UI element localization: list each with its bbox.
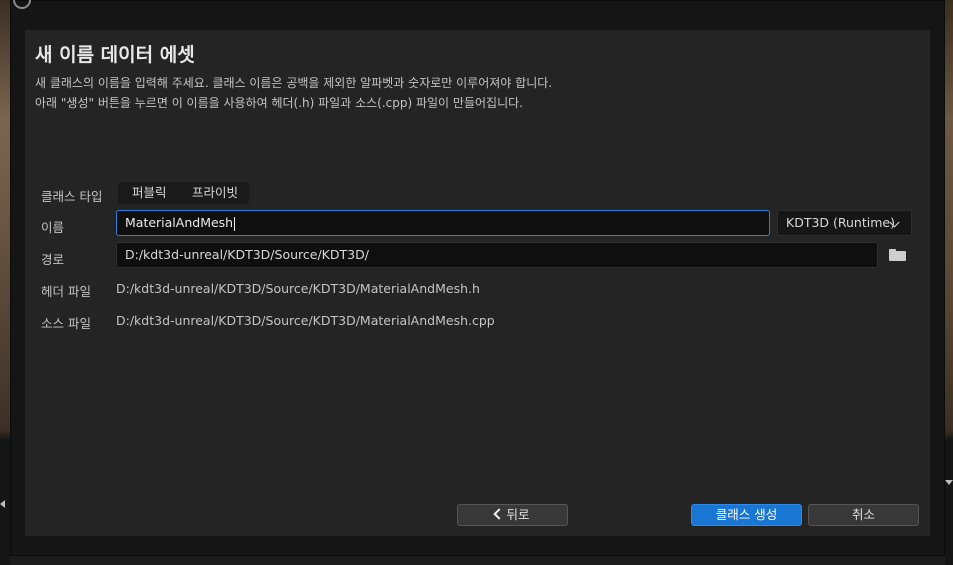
path-input[interactable]: D:/kdt3d-unreal/KDT3D/Source/KDT3D/	[116, 242, 878, 268]
class-type-private-option[interactable]: 프라이빗	[192, 182, 238, 204]
class-type-toggle-group: 퍼블릭 프라이빗	[118, 182, 249, 204]
source-file-path: D:/kdt3d-unreal/KDT3D/Source/KDT3D/Mater…	[116, 313, 495, 328]
header-file-label: 헤더 파일	[41, 284, 91, 299]
cancel-button[interactable]: 취소	[808, 504, 919, 526]
new-class-dialog: 새 이름 데이터 에셋 새 클래스의 이름을 입력해 주세요. 클래스 이름은 …	[10, 0, 945, 556]
chevron-left-icon	[493, 508, 506, 520]
browse-folder-button[interactable]	[889, 249, 906, 262]
edge-dropdown-icon	[945, 480, 953, 485]
back-button-label: 뒤로	[506, 507, 530, 522]
dialog-description-line2: 아래 "생성" 버튼을 누르면 이 이름을 사용하여 헤더(.h) 파일과 소스…	[35, 96, 523, 110]
dialog-content-panel: 새 이름 데이터 에셋 새 클래스의 이름을 입력해 주세요. 클래스 이름은 …	[25, 30, 930, 536]
app-logo-icon	[13, 0, 31, 9]
create-class-button[interactable]: 클래스 생성	[691, 504, 802, 526]
name-label: 이름	[41, 220, 65, 235]
cancel-button-label: 취소	[851, 507, 875, 522]
editor-background-left	[0, 0, 10, 565]
source-file-label: 소스 파일	[41, 316, 91, 331]
class-type-label: 클래스 타입	[41, 189, 103, 204]
class-name-input[interactable]: MaterialAndMesh	[116, 210, 770, 236]
dialog-heading: 새 이름 데이터 에셋	[35, 44, 195, 66]
dialog-description-line1: 새 클래스의 이름을 입력해 주세요. 클래스 이름은 공백을 제외한 알파벳과…	[35, 76, 553, 90]
back-button[interactable]: 뒤로	[457, 504, 568, 526]
path-value: D:/kdt3d-unreal/KDT3D/Source/KDT3D/	[125, 247, 369, 262]
path-label: 경로	[41, 252, 65, 267]
create-class-button-label: 클래스 생성	[715, 507, 778, 522]
class-type-public-option[interactable]: 퍼블릭	[132, 182, 167, 204]
module-dropdown-value: KDT3D (Runtime)	[786, 215, 895, 230]
text-caret	[234, 216, 236, 231]
edge-arrow-icon	[0, 500, 5, 508]
module-dropdown[interactable]: KDT3D (Runtime)	[777, 210, 912, 236]
class-name-value: MaterialAndMesh	[125, 215, 234, 230]
header-file-path: D:/kdt3d-unreal/KDT3D/Source/KDT3D/Mater…	[116, 281, 480, 296]
